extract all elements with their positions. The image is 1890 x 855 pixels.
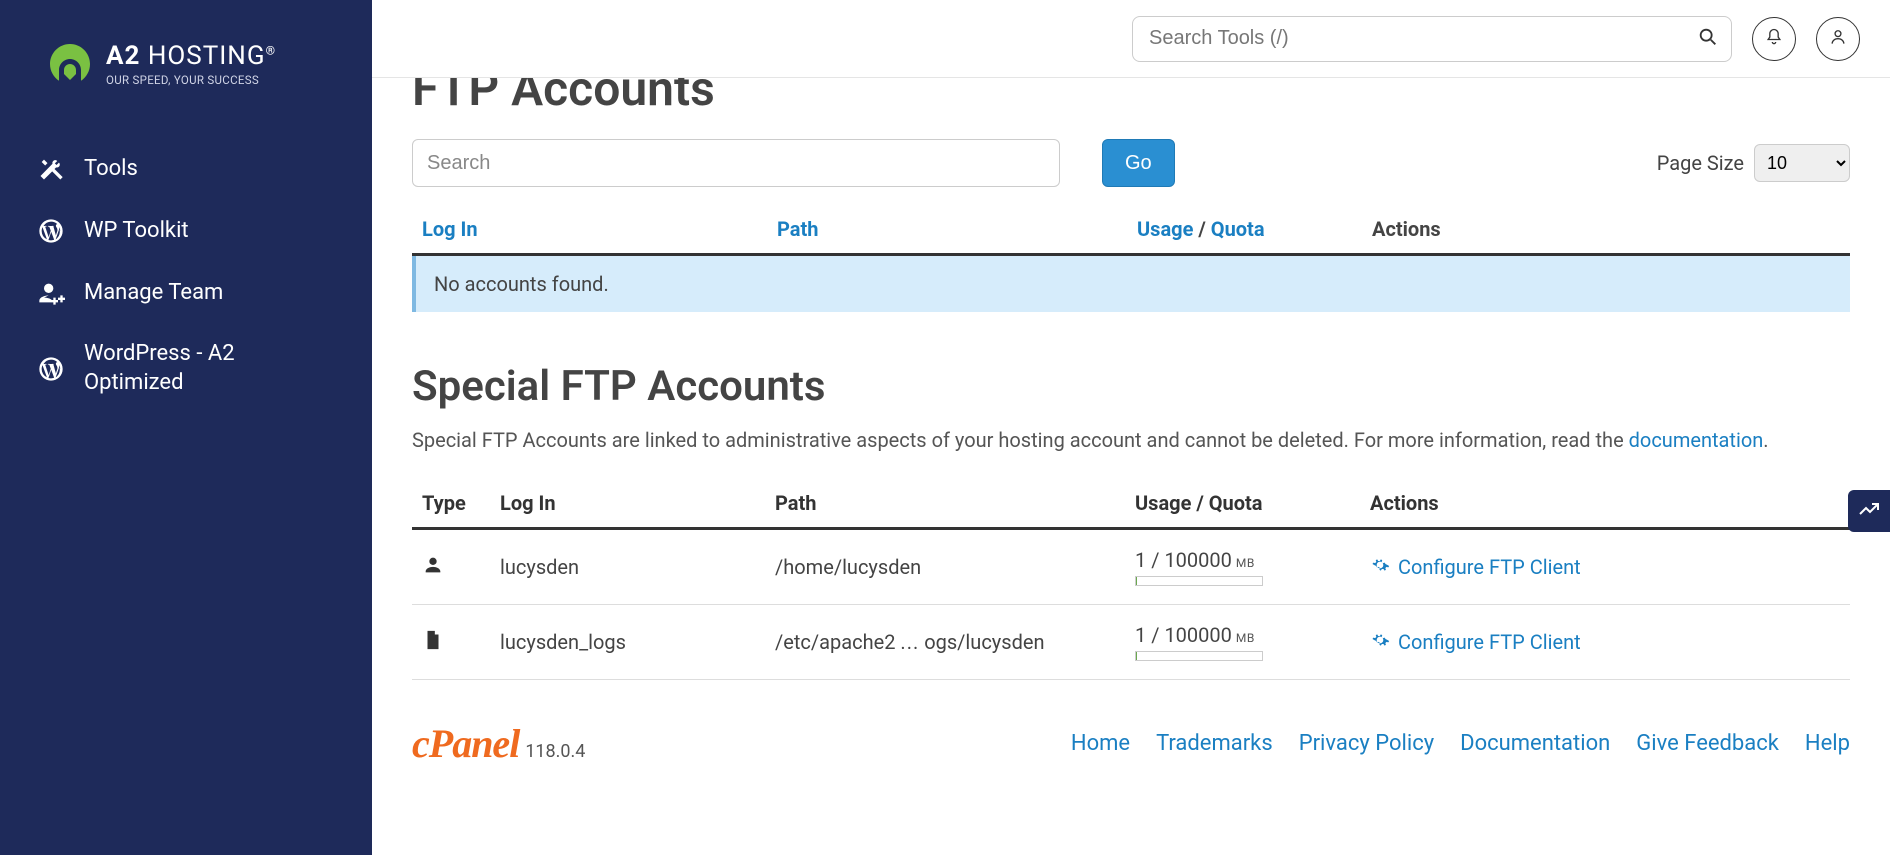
col-quota-sort[interactable]: Quota bbox=[1211, 217, 1265, 241]
footer-link-home[interactable]: Home bbox=[1071, 731, 1130, 756]
page-size-select[interactable]: 10 bbox=[1754, 144, 1850, 182]
content-area: FTP Accounts Go Page Size 10 Log In bbox=[372, 78, 1890, 855]
global-search-button[interactable] bbox=[1690, 21, 1726, 57]
usage-progress bbox=[1135, 576, 1263, 586]
configure-ftp-link[interactable]: Configure FTP Client bbox=[1370, 555, 1581, 580]
user-icon bbox=[422, 557, 444, 581]
tools-icon bbox=[36, 154, 66, 184]
special-section-desc: Special FTP Accounts are linked to admin… bbox=[412, 425, 1850, 455]
account-button[interactable] bbox=[1816, 17, 1860, 61]
sidebar-item-wp-a2[interactable]: WordPress - A2 Optimized bbox=[0, 324, 372, 413]
go-button[interactable]: Go bbox=[1102, 139, 1175, 187]
footer-link-documentation[interactable]: Documentation bbox=[1460, 731, 1610, 756]
brand-logo[interactable]: A2 HOSTING® OUR SPEED, YOUR SUCCESS bbox=[0, 40, 372, 138]
col-login: Log In bbox=[490, 479, 765, 529]
analytics-tab[interactable] bbox=[1848, 490, 1890, 532]
wordpress-icon bbox=[36, 216, 66, 246]
user-icon bbox=[1828, 27, 1848, 51]
ftp-search-input[interactable] bbox=[412, 139, 1060, 187]
col-path-sort[interactable]: Path bbox=[777, 217, 818, 241]
brand-tagline: OUR SPEED, YOUR SUCCESS bbox=[106, 73, 276, 87]
col-actions: Actions bbox=[1362, 205, 1850, 255]
sidebar-item-label: Tools bbox=[84, 155, 138, 184]
cpanel-logo: cPanel bbox=[412, 720, 519, 767]
sidebar-item-tools[interactable]: Tools bbox=[0, 138, 372, 200]
page-title: FTP Accounts bbox=[412, 78, 1850, 117]
sidebar-item-wp-toolkit[interactable]: WP Toolkit bbox=[0, 200, 372, 262]
col-usage-quota: Usage / Quota bbox=[1125, 479, 1360, 529]
notifications-button[interactable] bbox=[1752, 17, 1796, 61]
footer-link-trademarks[interactable]: Trademarks bbox=[1156, 731, 1273, 756]
table-row: lucysden /home/lucysden 1 / 100000MB bbox=[412, 529, 1850, 605]
cpanel-version: 118.0.4 bbox=[525, 741, 585, 762]
sidebar-item-label: WordPress - A2 Optimized bbox=[84, 340, 336, 397]
special-section-title: Special FTP Accounts bbox=[412, 362, 1850, 411]
page-size-label: Page Size bbox=[1657, 151, 1744, 175]
empty-accounts-notice: No accounts found. bbox=[412, 256, 1850, 312]
gear-icon bbox=[1370, 630, 1390, 655]
col-type: Type bbox=[412, 479, 490, 529]
team-icon bbox=[36, 278, 66, 308]
sidebar-item-label: Manage Team bbox=[84, 279, 223, 308]
cell-path: /home/lucysden bbox=[765, 529, 1125, 605]
brand-name: A2 HOSTING® bbox=[106, 41, 276, 71]
a2-logo-icon bbox=[46, 40, 94, 88]
cell-usage: 1 / 100000MB bbox=[1125, 529, 1360, 605]
col-actions: Actions bbox=[1360, 479, 1850, 529]
cell-login: lucysden_logs bbox=[490, 605, 765, 680]
special-ftp-table: Type Log In Path Usage / Quota Actions bbox=[412, 479, 1850, 680]
cell-login: lucysden bbox=[490, 529, 765, 605]
wordpress-icon bbox=[36, 354, 66, 384]
footer-link-help[interactable]: Help bbox=[1805, 731, 1850, 756]
col-login-sort[interactable]: Log In bbox=[422, 217, 478, 241]
chart-icon bbox=[1857, 497, 1881, 525]
gear-icon bbox=[1370, 555, 1390, 580]
table-row: lucysden_logs /etc/apache2 ... ogs/lucys… bbox=[412, 605, 1850, 680]
cell-path: /etc/apache2 ... ogs/lucysden bbox=[765, 605, 1125, 680]
bell-icon bbox=[1764, 27, 1784, 51]
footer-link-privacy[interactable]: Privacy Policy bbox=[1299, 731, 1434, 756]
usage-progress bbox=[1135, 651, 1263, 661]
sidebar-item-label: WP Toolkit bbox=[84, 217, 189, 246]
cell-usage: 1 / 100000MB bbox=[1125, 605, 1360, 680]
documentation-link[interactable]: documentation bbox=[1629, 428, 1764, 452]
search-icon bbox=[1697, 26, 1719, 51]
col-path: Path bbox=[765, 479, 1125, 529]
sidebar-nav: Tools WP Toolkit Manage Team WordPress -… bbox=[0, 138, 372, 413]
footer: cPanel 118.0.4 Home Trademarks Privacy P… bbox=[412, 680, 1850, 777]
sidebar: A2 HOSTING® OUR SPEED, YOUR SUCCESS Tool… bbox=[0, 0, 372, 855]
global-search-input[interactable] bbox=[1132, 16, 1732, 62]
col-usage-sort[interactable]: Usage bbox=[1137, 217, 1193, 241]
sidebar-item-manage-team[interactable]: Manage Team bbox=[0, 262, 372, 324]
configure-ftp-link[interactable]: Configure FTP Client bbox=[1370, 630, 1581, 655]
topbar bbox=[372, 0, 1890, 78]
file-icon bbox=[422, 632, 444, 656]
ftp-accounts-table: Log In Path Usage / Quota Actions bbox=[412, 205, 1850, 256]
footer-link-feedback[interactable]: Give Feedback bbox=[1636, 731, 1779, 756]
